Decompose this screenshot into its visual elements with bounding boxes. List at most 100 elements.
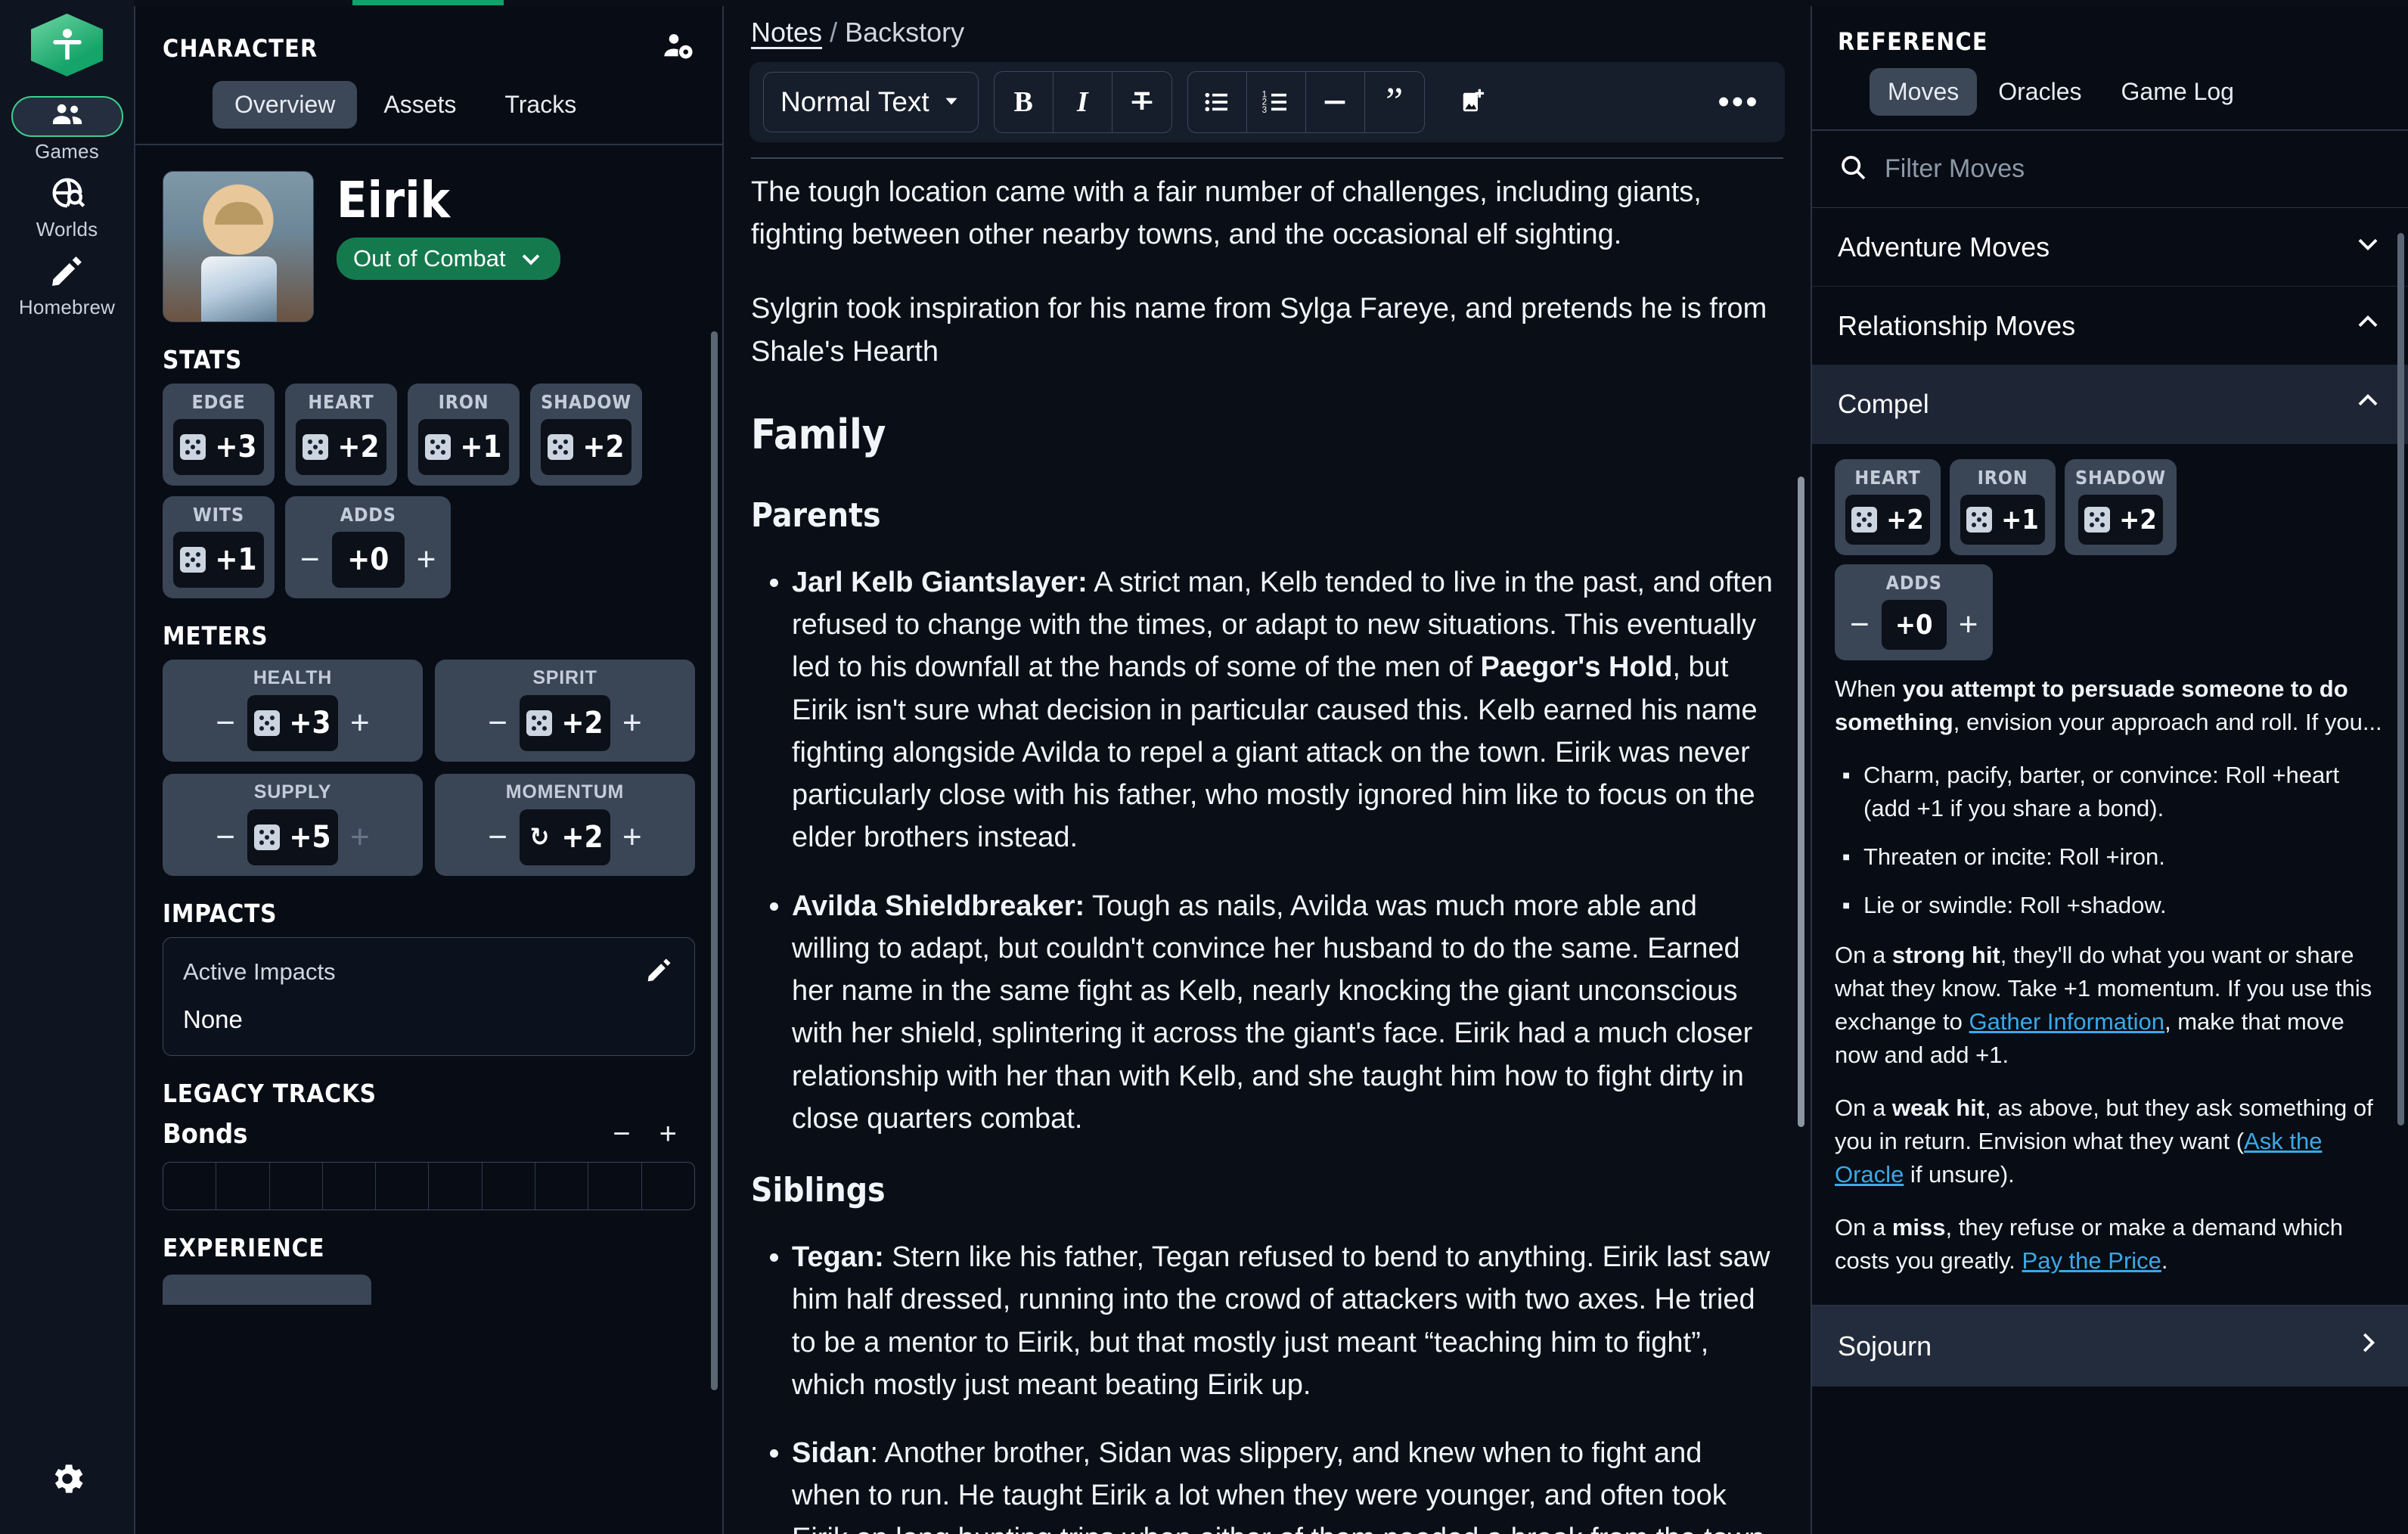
bonds-increment-button[interactable]: + <box>659 1117 677 1151</box>
stat-shadow[interactable]: SHADOW +2 <box>530 384 642 486</box>
experience-card[interactable] <box>163 1275 371 1305</box>
bonds-decrement-button[interactable]: − <box>613 1117 630 1151</box>
meter-spirit-label: SPIRIT <box>532 667 597 688</box>
chevron-up-icon <box>2354 387 2382 422</box>
bond-box[interactable] <box>216 1163 270 1210</box>
stat-wits[interactable]: WITS +1 <box>163 496 275 598</box>
bond-box[interactable] <box>270 1163 323 1210</box>
gather-information-link[interactable]: Gather Information <box>1969 1008 2164 1035</box>
stat-iron[interactable]: IRON +1 <box>408 384 520 486</box>
parent-name: Jarl Kelb Giantslayer: <box>792 566 1088 598</box>
weak-hit-d: if unsure). <box>1904 1161 2015 1188</box>
character-tabs: Overview Assets Tracks <box>163 67 695 144</box>
italic-button[interactable]: I <box>1054 72 1112 132</box>
chevron-right-icon <box>2354 1328 2382 1364</box>
more-options-button[interactable]: ••• <box>1706 72 1771 132</box>
tab-assets[interactable]: Assets <box>362 81 478 129</box>
character-panel-scrollbar[interactable] <box>711 331 718 1390</box>
bond-box[interactable] <box>483 1163 536 1210</box>
momentum-increment-button[interactable]: + <box>618 821 647 854</box>
supply-increment-button[interactable]: + <box>346 821 374 854</box>
supply-decrement-button[interactable]: − <box>211 821 240 854</box>
search-icon <box>1838 152 1868 186</box>
tab-tracks[interactable]: Tracks <box>483 81 598 129</box>
sidebar-item-homebrew[interactable]: Homebrew <box>11 252 123 319</box>
pencil-icon <box>644 958 675 988</box>
reference-panel-title: REFERENCE <box>1838 27 1988 56</box>
sidebar-item-worlds[interactable]: Worlds <box>11 174 123 241</box>
avatar[interactable] <box>163 171 314 322</box>
spirit-increment-button[interactable]: + <box>618 706 647 740</box>
tab-oracles[interactable]: Oracles <box>1980 68 2099 116</box>
notes-editor-panel: Notes / Backstory Normal Text B I 1 2 3 … <box>724 0 1811 1534</box>
stat-heart[interactable]: HEART +2 <box>285 384 397 486</box>
health-decrement-button[interactable]: − <box>211 706 240 740</box>
editor-scrollbar[interactable] <box>1798 477 1804 1127</box>
weak-hit-bold: weak hit <box>1891 1095 1985 1122</box>
bonds-track[interactable] <box>163 1162 695 1210</box>
spirit-decrement-button[interactable]: − <box>483 706 512 740</box>
text-style-select[interactable]: Normal Text <box>763 72 979 132</box>
tab-game-log[interactable]: Game Log <box>2103 68 2252 116</box>
strikethrough-button[interactable] <box>1112 72 1171 132</box>
stat-adds-label: ADDS <box>340 504 396 526</box>
search-input[interactable]: Filter Moves <box>1885 154 2025 184</box>
blockquote-button[interactable]: ” <box>1365 72 1424 132</box>
horizontal-rule-button[interactable] <box>1306 72 1365 132</box>
accordion-relationship-moves[interactable]: Relationship Moves <box>1812 287 2408 365</box>
user-gear-icon[interactable] <box>660 29 695 67</box>
app-logo-icon[interactable] <box>31 14 103 76</box>
move-roll-shadow[interactable]: SHADOW +2 <box>2065 459 2177 555</box>
die-icon <box>548 434 574 460</box>
note-content[interactable]: The tough location came with a fair numb… <box>724 159 1811 1534</box>
accordion-move-sojourn[interactable]: Sojourn <box>1812 1305 2408 1387</box>
bond-box[interactable] <box>429 1163 483 1210</box>
character-panel-body: Eirik Out of Combat STATS EDGE +3 HEART … <box>135 145 722 1534</box>
meters-grid: HEALTH − +3 + SPIRIT − +2 + SUPPLY − +5 … <box>163 660 695 876</box>
parent-name: Avilda Shieldbreaker: <box>792 890 1085 922</box>
bond-box[interactable] <box>376 1163 430 1210</box>
bond-box[interactable] <box>535 1163 589 1210</box>
health-increment-button[interactable]: + <box>346 706 374 740</box>
bold-button[interactable]: B <box>995 72 1054 132</box>
reference-tabs: Moves Oracles Game Log <box>1838 56 2382 129</box>
bond-box[interactable] <box>588 1163 642 1210</box>
adds-decrement-button[interactable]: − <box>296 543 324 576</box>
die-icon <box>2084 507 2111 533</box>
settings-button[interactable] <box>0 1459 134 1502</box>
filter-moves-row[interactable]: Filter Moves <box>1812 131 2408 208</box>
list-item: Jarl Kelb Giantslayer: A strict man, Kel… <box>792 561 1777 859</box>
accordion-move-compel[interactable]: Compel <box>1812 365 2408 444</box>
accordion-adventure-moves[interactable]: Adventure Moves <box>1812 208 2408 287</box>
bond-box[interactable] <box>642 1163 694 1210</box>
breadcrumb-notes-link[interactable]: Notes <box>751 17 822 48</box>
move-adds-decrement-button[interactable]: − <box>1845 608 1874 641</box>
meter-health-value: +3 <box>289 706 331 741</box>
insert-image-button[interactable] <box>1440 72 1505 132</box>
heading-family: Family <box>751 410 886 458</box>
parent-place: Paegor's Hold <box>1480 651 1673 684</box>
edit-impacts-button[interactable] <box>644 955 675 989</box>
stat-edge[interactable]: EDGE +3 <box>163 384 275 486</box>
reference-panel-scrollbar[interactable] <box>2397 233 2404 1126</box>
bullet-list-button[interactable] <box>1188 72 1247 132</box>
pay-the-price-link[interactable]: Pay the Price <box>2022 1247 2161 1274</box>
momentum-decrement-button[interactable]: − <box>483 821 512 854</box>
status-badge[interactable]: Out of Combat <box>337 238 560 280</box>
tab-overview[interactable]: Overview <box>213 81 358 129</box>
sidebar-item-games[interactable]: Games <box>11 96 123 163</box>
stat-iron-label: IRON <box>438 391 489 413</box>
tab-moves[interactable]: Moves <box>1870 68 1978 116</box>
move-adds-increment-button[interactable]: + <box>1954 608 1983 641</box>
move-roll-iron-value-box: +1 <box>1960 495 2045 545</box>
move-roll-iron[interactable]: IRON +1 <box>1950 459 2056 555</box>
numbered-list-button[interactable]: 1 2 3 <box>1247 72 1306 132</box>
adds-increment-button[interactable]: + <box>412 543 441 576</box>
bond-box[interactable] <box>323 1163 377 1210</box>
sidebar-item-homebrew-pill <box>11 252 123 293</box>
siblings-list: Tegan: Stern like his father, Tegan refu… <box>751 1236 1777 1534</box>
meter-spirit-value: +2 <box>561 706 604 741</box>
impacts-section-title: IMPACTS <box>163 899 278 928</box>
move-roll-heart[interactable]: HEART +2 <box>1835 459 1941 555</box>
bond-box[interactable] <box>163 1163 217 1210</box>
